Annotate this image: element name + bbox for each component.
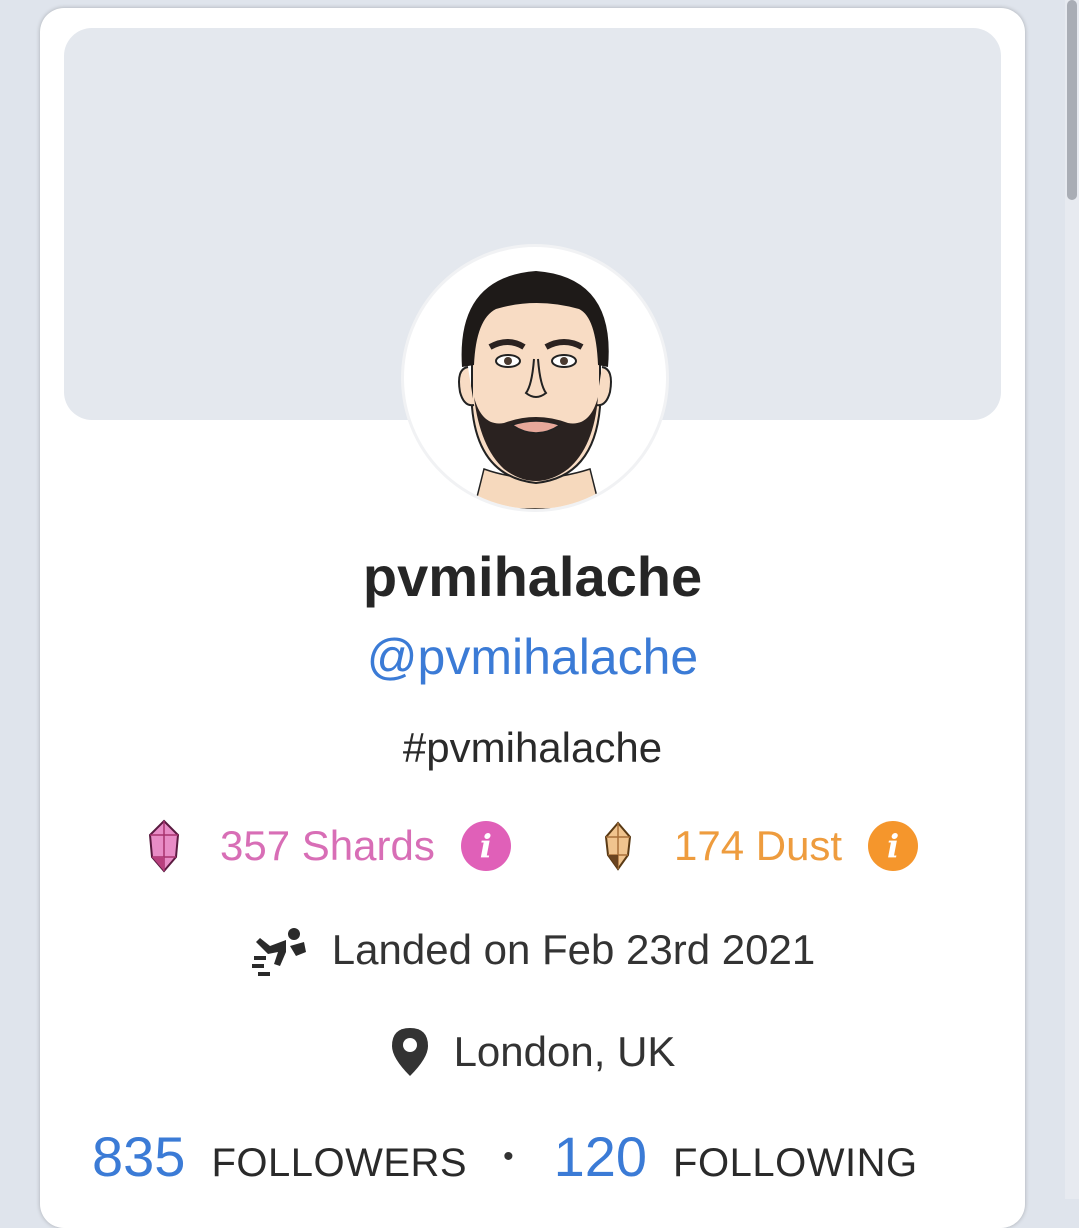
user-tag: #pvmihalache xyxy=(402,724,663,771)
shards-label: 357 Shards xyxy=(220,822,435,869)
landed-text: Landed on Feb 23rd 2021 xyxy=(331,926,816,973)
follow-stats: 835 FOLLOWERS • 120 FOLLOWING xyxy=(92,1124,918,1194)
shards-balance: 357 Shards i xyxy=(146,816,511,876)
user-portrait-avatar xyxy=(458,271,612,509)
followers-label[interactable]: FOLLOWERS xyxy=(211,1141,467,1186)
dust-balance: 174 Dust i xyxy=(600,816,919,876)
followers-count[interactable]: 835 xyxy=(92,1124,185,1189)
currency-row: 357 Shards i 174 Dust i xyxy=(40,816,1025,876)
shards-info-button[interactable]: i xyxy=(460,821,511,871)
following-count[interactable]: 120 xyxy=(554,1124,647,1189)
stats-separator: • xyxy=(503,1140,514,1173)
location-text: London, UK xyxy=(453,1028,676,1075)
location: London, UK xyxy=(40,1022,1025,1082)
profile-card: pvmihalache @pvmihalache #pvmihalache 35… xyxy=(40,8,1025,1228)
dust-info-button[interactable]: i xyxy=(868,821,919,871)
gold-gem-icon xyxy=(604,821,632,871)
user-handle-link[interactable]: @pvmihalache xyxy=(40,628,1025,686)
scrollbar-thumb[interactable] xyxy=(1067,0,1077,200)
skydiver-icon xyxy=(251,928,306,976)
display-name: pvmihalache xyxy=(362,545,703,608)
map-pin-icon xyxy=(391,1028,428,1076)
avatar[interactable] xyxy=(401,244,669,512)
dust-label: 174 Dust xyxy=(674,822,843,869)
landed-date: Landed on Feb 23rd 2021 xyxy=(40,920,1025,980)
following-label[interactable]: FOLLOWING xyxy=(673,1141,918,1186)
scrollbar-track[interactable] xyxy=(1065,0,1079,1199)
pink-gem-icon xyxy=(148,819,180,873)
